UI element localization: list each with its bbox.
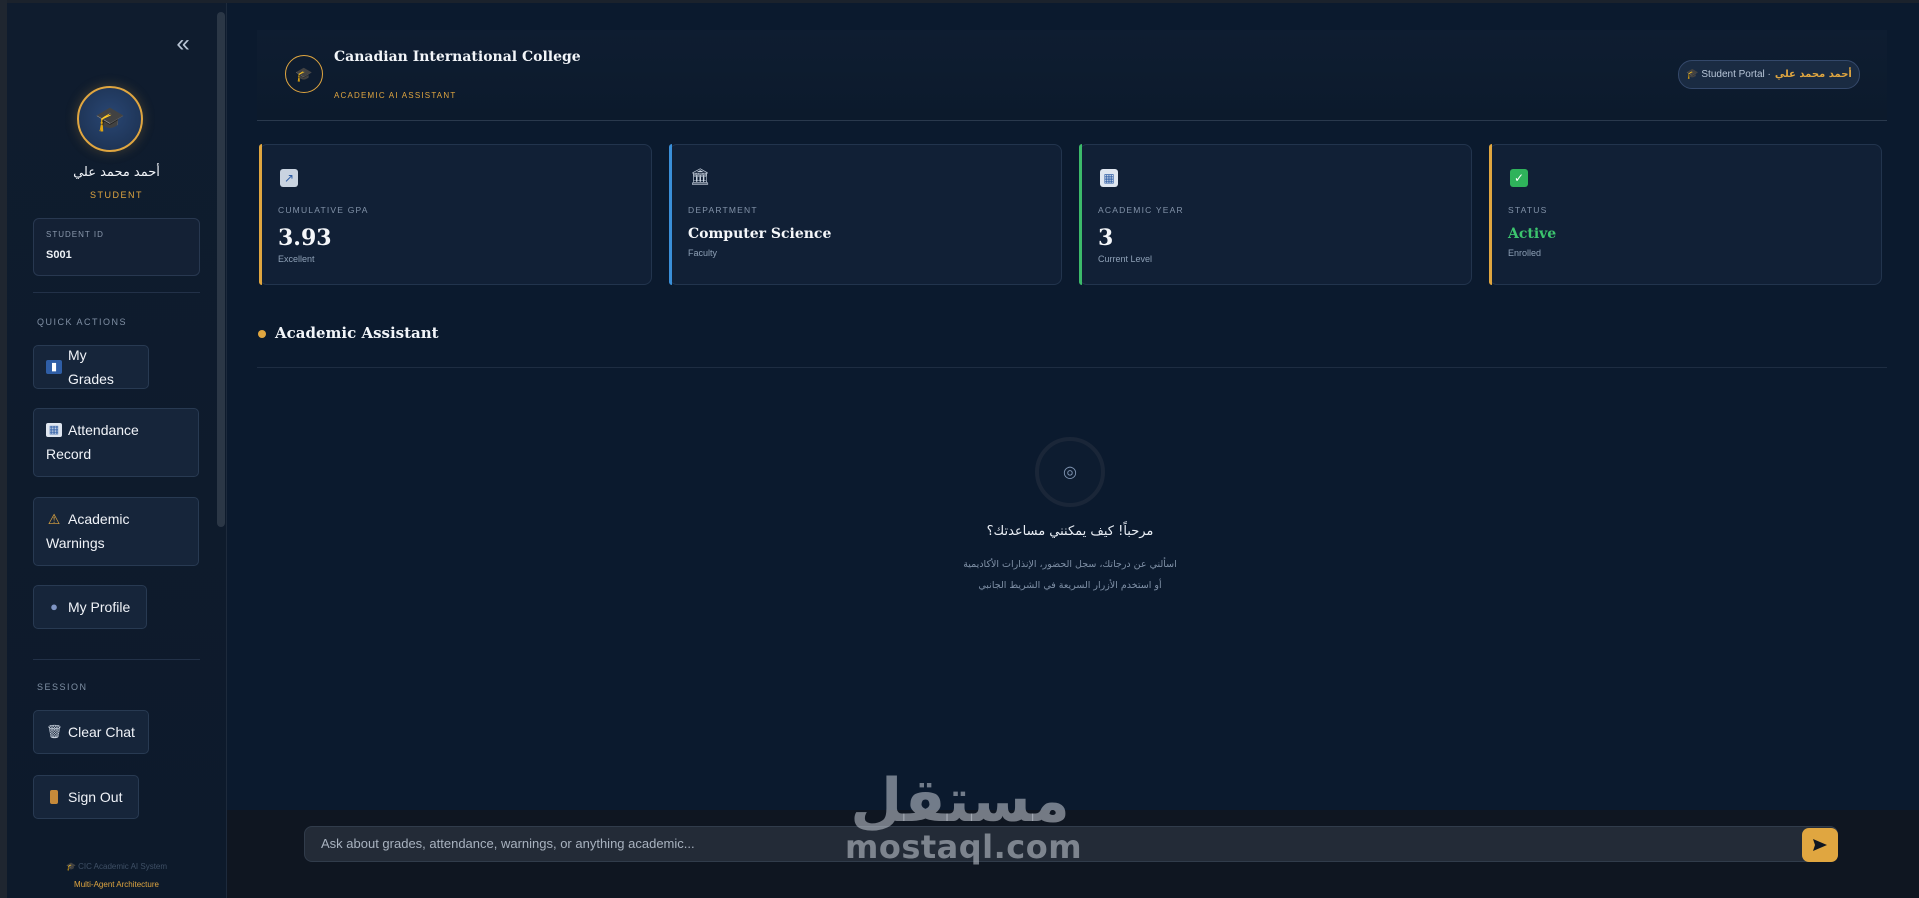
divider bbox=[33, 659, 200, 660]
status-label: STATUS bbox=[1508, 205, 1548, 215]
student-id-card: STUDENT ID S001 bbox=[33, 218, 200, 276]
college-name: Canadian International College bbox=[334, 49, 581, 65]
calendar-icon: ▦ bbox=[46, 423, 62, 437]
academic-year-sub: Current Level bbox=[1098, 254, 1153, 264]
bar-chart-icon: ▮ bbox=[46, 360, 62, 374]
wastebasket-icon: 🗑 bbox=[46, 724, 63, 739]
sign-out-button[interactable]: Sign Out bbox=[33, 775, 139, 819]
attendance-record-label: Attendance Record bbox=[46, 422, 139, 462]
status-card: ✓ STATUS Active Enrolled bbox=[1489, 144, 1882, 285]
student-id-label: STUDENT ID bbox=[46, 230, 104, 239]
welcome-subtitle-2: أو استخدم الأزرار السريعة في الشريط الجا… bbox=[978, 580, 1162, 591]
status-value: Active bbox=[1508, 226, 1557, 242]
calendar-icon: ▦ bbox=[1100, 169, 1118, 187]
check-icon: ✓ bbox=[1510, 169, 1528, 187]
sign-out-label: Sign Out bbox=[68, 789, 123, 805]
watermark: مستقل mostaql.com bbox=[845, 766, 1083, 866]
my-profile-label: My Profile bbox=[68, 599, 131, 615]
welcome-title: مرحباً! كيف يمكنني مساعدتك؟ bbox=[986, 524, 1154, 539]
warning-icon: ⚠ bbox=[47, 511, 61, 527]
department-sub: Faculty bbox=[688, 248, 718, 258]
chat-input-placeholder: Ask about grades, attendance, warnings, … bbox=[321, 836, 695, 851]
system-name: 🎓 CIC Academic AI System bbox=[65, 862, 168, 871]
welcome-subtitle-1: اسألني عن درجاتك، سجل الحضور، الإنذارات … bbox=[963, 559, 1177, 570]
robot-icon: ◎ bbox=[1063, 464, 1077, 481]
sidebar-scrollbar[interactable] bbox=[217, 12, 225, 527]
department-value: Computer Science bbox=[688, 226, 832, 242]
my-profile-button[interactable]: ● My Profile bbox=[33, 585, 147, 629]
department-card: 🏛 DEPARTMENT Computer Science Faculty bbox=[669, 144, 1062, 285]
quick-actions-label: QUICK ACTIONS bbox=[37, 317, 128, 327]
divider bbox=[257, 367, 1887, 368]
status-sub: Enrolled bbox=[1508, 248, 1542, 258]
graduation-cap-icon: 🎓 bbox=[295, 65, 313, 82]
student-id-value: S001 bbox=[46, 249, 72, 261]
clear-chat-button[interactable]: 🗑 Clear Chat bbox=[33, 710, 149, 754]
academic-warnings-button[interactable]: ⚠ Academic Warnings bbox=[33, 497, 199, 566]
watermark-arabic: مستقل bbox=[850, 766, 1070, 836]
academic-year-value: 3 bbox=[1098, 225, 1114, 251]
section-dot bbox=[258, 330, 266, 338]
watermark-latin: mostaql.com bbox=[845, 828, 1083, 866]
portal-label: 🎓 Student Portal · bbox=[1686, 69, 1771, 80]
assistant-icon: ◎ bbox=[1035, 437, 1105, 507]
academic-year-label: ACADEMIC YEAR bbox=[1098, 205, 1184, 215]
student-portal-badge: 🎓 Student Portal · أحمد محمد علي bbox=[1678, 60, 1860, 89]
window-frame-left bbox=[0, 0, 7, 898]
collapse-sidebar-button[interactable]: « bbox=[168, 30, 198, 60]
session-label: SESSION bbox=[37, 682, 88, 692]
avatar: 🎓 bbox=[77, 86, 143, 152]
card-accent bbox=[1489, 144, 1492, 285]
my-grades-label: My Grades bbox=[68, 347, 114, 387]
send-icon bbox=[1813, 839, 1827, 851]
academic-assistant-title: Academic Assistant bbox=[275, 324, 439, 342]
clear-chat-label: Clear Chat bbox=[68, 724, 135, 740]
college-logo: 🎓 bbox=[285, 55, 323, 93]
user-silhouette-icon: ● bbox=[50, 599, 58, 614]
header-subtitle: ACADEMIC AI ASSISTANT bbox=[334, 91, 457, 100]
gpa-value: 3.93 bbox=[278, 225, 332, 251]
academic-year-card: ▦ ACADEMIC YEAR 3 Current Level bbox=[1079, 144, 1472, 285]
door-icon bbox=[50, 790, 58, 804]
user-name: أحمد محمد علي bbox=[73, 165, 160, 180]
building-icon: 🏛 bbox=[690, 169, 711, 186]
my-grades-button[interactable]: ▮ My Grades bbox=[33, 345, 149, 389]
attendance-record-button[interactable]: ▦ Attendance Record bbox=[33, 408, 199, 477]
card-accent bbox=[1079, 144, 1082, 285]
gpa-sub: Excellent bbox=[278, 254, 315, 264]
chart-line-icon: ↗ bbox=[280, 169, 298, 187]
card-accent bbox=[669, 144, 672, 285]
architecture-label: Multi-Agent Architecture bbox=[74, 880, 159, 889]
gpa-label: CUMULATIVE GPA bbox=[278, 205, 369, 215]
send-button[interactable] bbox=[1802, 828, 1838, 862]
portal-user-name: أحمد محمد علي bbox=[1774, 69, 1852, 80]
header bbox=[257, 30, 1887, 121]
graduation-cap-icon: 🎓 bbox=[95, 105, 125, 133]
card-accent bbox=[259, 144, 262, 285]
user-role: STUDENT bbox=[90, 190, 143, 200]
academic-warnings-label: Academic Warnings bbox=[46, 511, 130, 551]
divider bbox=[33, 292, 200, 293]
department-label: DEPARTMENT bbox=[688, 205, 758, 215]
gpa-card: ↗ CUMULATIVE GPA 3.93 Excellent bbox=[259, 144, 652, 285]
